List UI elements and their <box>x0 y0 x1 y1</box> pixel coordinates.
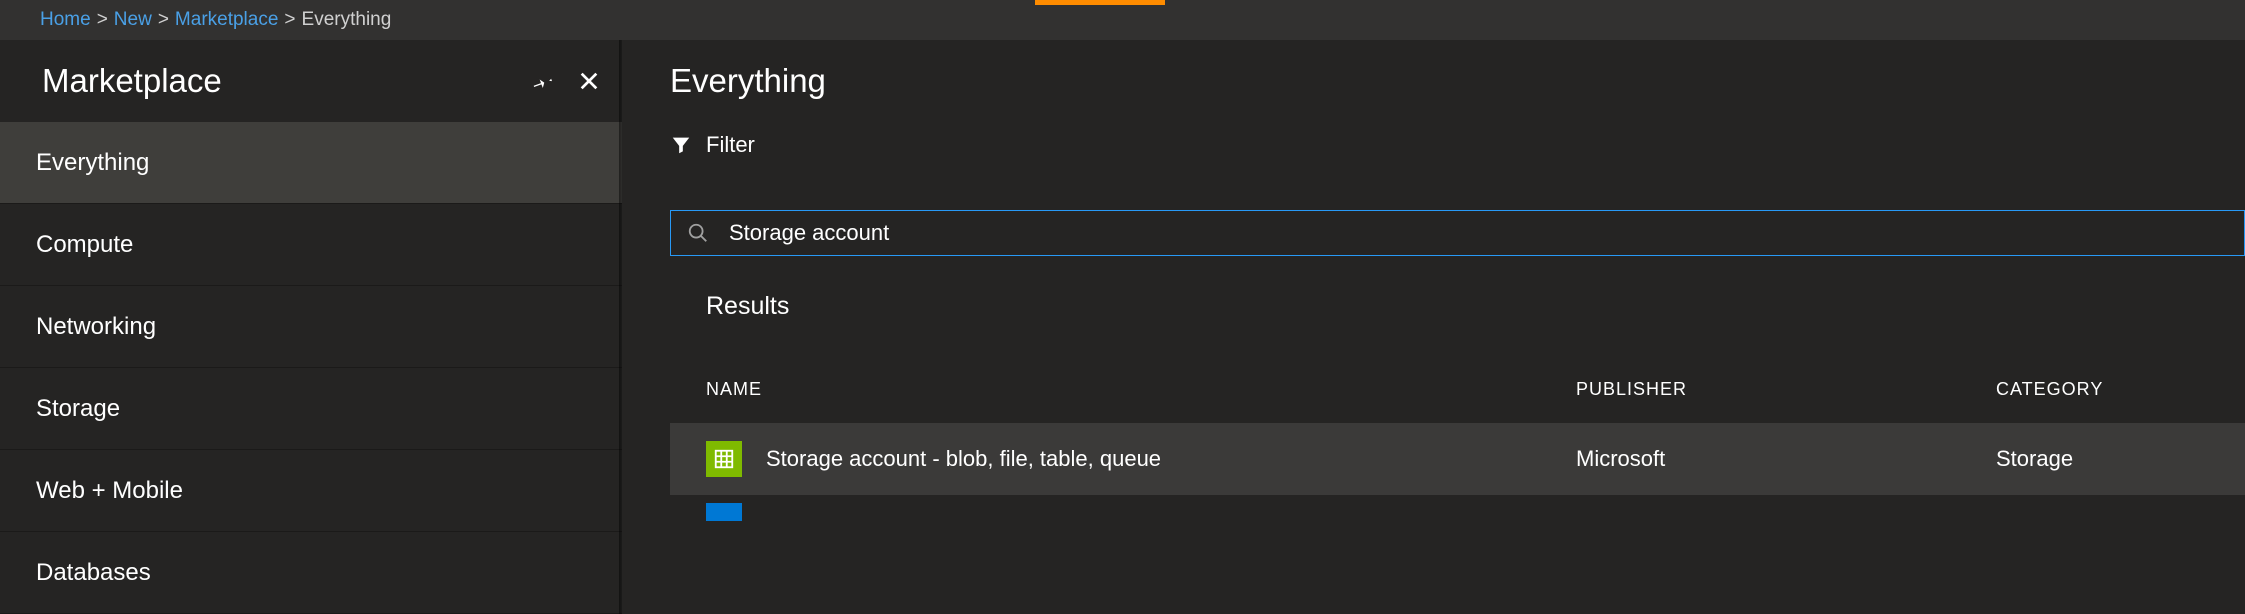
breadcrumb-link-new[interactable]: New <box>114 9 152 31</box>
search-box[interactable] <box>670 210 2245 256</box>
breadcrumb-link-marketplace[interactable]: Marketplace <box>175 9 279 31</box>
column-header-category[interactable]: CATEGORY <box>1996 379 2245 400</box>
result-name: Storage account - blob, file, table, que… <box>766 446 1161 472</box>
search-input[interactable] <box>729 220 2228 246</box>
filter-icon <box>670 134 692 156</box>
close-icon[interactable] <box>578 70 600 92</box>
breadcrumb: Home > New > Marketplace > Everything <box>0 0 2245 40</box>
storage-account-icon <box>706 441 742 477</box>
blade-title: Marketplace <box>42 62 532 100</box>
menu-item-compute[interactable]: Compute <box>0 204 622 286</box>
table-header: NAME PUBLISHER CATEGORY <box>670 369 2245 409</box>
blade-header: Marketplace <box>0 40 622 122</box>
everything-blade: Everything Filter Results NAME PUBLISHER… <box>622 40 2245 614</box>
menu-item-everything[interactable]: Everything <box>0 122 622 204</box>
loading-indicator <box>1035 0 1165 5</box>
category-menu: Everything Compute Networking Storage We… <box>0 122 622 614</box>
marketplace-blade: Marketplace Everything Compute Networkin… <box>0 40 622 614</box>
table-row[interactable]: Storage account - blob, file, table, que… <box>670 423 2245 495</box>
breadcrumb-separator: > <box>97 9 108 31</box>
blade-title: Everything <box>670 62 826 100</box>
menu-item-web-mobile[interactable]: Web + Mobile <box>0 450 622 532</box>
results-table: NAME PUBLISHER CATEGORY Storage account … <box>670 369 2245 523</box>
column-header-publisher[interactable]: PUBLISHER <box>1576 379 1996 400</box>
breadcrumb-current: Everything <box>302 9 392 31</box>
menu-item-networking[interactable]: Networking <box>0 286 622 368</box>
resource-icon-partial <box>706 503 742 521</box>
filter-button[interactable]: Filter <box>670 122 2245 168</box>
blade-header: Everything <box>670 40 2245 122</box>
results-heading: Results <box>706 292 2245 321</box>
breadcrumb-separator: > <box>284 9 295 31</box>
menu-item-storage[interactable]: Storage <box>0 368 622 450</box>
pin-icon[interactable] <box>532 70 554 92</box>
column-header-name[interactable]: NAME <box>706 379 1576 400</box>
result-publisher: Microsoft <box>1576 446 1996 472</box>
search-icon <box>687 222 709 244</box>
table-row-partial[interactable] <box>670 503 2245 523</box>
breadcrumb-link-home[interactable]: Home <box>40 9 91 31</box>
menu-item-databases[interactable]: Databases <box>0 532 622 614</box>
result-category: Storage <box>1996 446 2245 472</box>
filter-label: Filter <box>706 132 755 158</box>
breadcrumb-separator: > <box>158 9 169 31</box>
